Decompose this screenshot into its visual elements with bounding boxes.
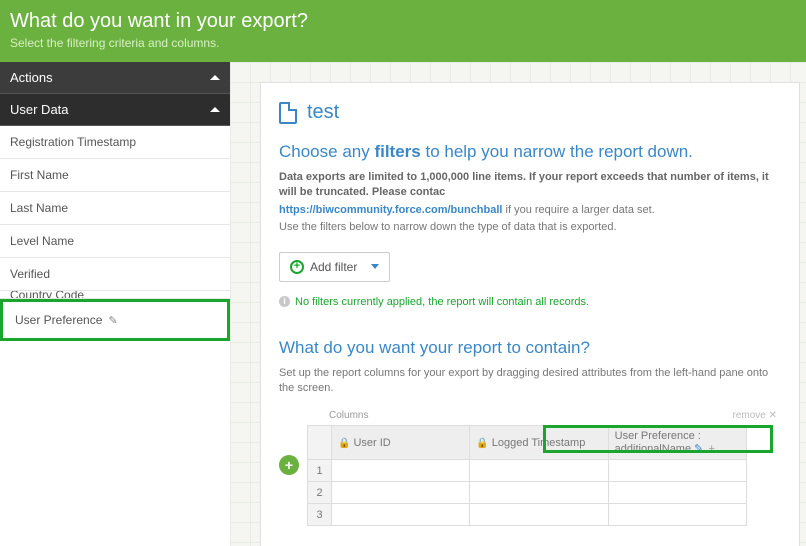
sidebar-item-label: Country Code [10,291,84,299]
report-card: test Choose any filters to help you narr… [260,82,800,546]
rownum: 2 [308,482,332,504]
sidebar-item-label: Registration Timestamp [10,135,136,149]
report-title-row: test [279,101,781,124]
status-text: No filters currently applied, the report… [295,296,589,308]
filters-title: Choose any filters to help you narrow th… [279,142,781,162]
sidebar-userdata-label: User Data [10,102,69,117]
sidebar-actions-panel[interactable]: Actions [0,62,230,94]
info-icon: i [279,296,290,307]
rownum: 3 [308,504,332,526]
sidebar-userdata-panel[interactable]: User Data [0,94,230,126]
col-label: User ID [353,437,390,449]
report-name: test [307,101,339,124]
sidebar-item-label: Last Name [10,201,68,215]
col-label: User Preference : additionalName [615,430,701,455]
rownum-header [308,426,332,460]
pencil-icon[interactable]: ✎ [694,443,703,455]
page-subtitle: Select the filtering criteria and column… [10,36,796,50]
columns-help: Set up the report columns for your expor… [279,366,781,397]
add-filter-button[interactable]: + Add filter [279,252,390,282]
filters-limit-link-row: https://biwcommunity.force.com/bunchball… [279,203,781,218]
sidebar-item-first-name[interactable]: First Name [0,159,230,192]
caret-up-icon [210,107,220,112]
page-header: What do you want in your export? Select … [0,0,806,62]
col-logged-ts[interactable]: 🔒 Logged Timestamp [470,426,608,460]
sidebar-item-registration-timestamp[interactable]: Registration Timestamp [0,126,230,159]
sidebar-item-label: User Preference [15,313,102,327]
table-row: 3 [308,504,747,526]
add-filter-label: Add filter [310,260,357,274]
sidebar-item-verified[interactable]: Verified [0,258,230,291]
columns-label: Columns [329,410,368,421]
sidebar-item-level-name[interactable]: Level Name [0,225,230,258]
table-row: 1 [308,460,747,482]
plus-circle-icon: + [290,260,304,274]
columns-grid-wrap: Columns remove ✕ + 🔒User ID 🔒Logged Time… [279,410,781,526]
remove-column-button[interactable]: remove ✕ [732,410,777,421]
community-link[interactable]: https://biwcommunity.force.com/bunchball [279,204,502,216]
text: Choose any [279,142,374,161]
sidebar-items: Registration Timestamp First Name Last N… [0,126,230,341]
sidebar-item-last-name[interactable]: Last Name [0,192,230,225]
filters-limit-text: Data exports are limited to 1,000,000 li… [279,170,781,201]
columns-bar: Columns remove ✕ [279,410,781,425]
file-icon [279,102,297,124]
rownum: 1 [308,460,332,482]
page-title: What do you want in your export? [10,10,796,33]
table-row: 2 [308,482,747,504]
text: if you require a larger data set. [502,204,654,216]
add-column-button[interactable]: + [279,455,299,475]
col-user-preference[interactable]: User Preference : additionalName ✎ + [608,426,746,460]
caret-up-icon [210,75,220,80]
sidebar-highlight: User Preference ✎ [0,299,230,341]
sidebar-item-label: Verified [10,267,50,281]
report-table: 🔒User ID 🔒Logged Timestamp User Preferen… [307,425,747,526]
sidebar-item-label: First Name [10,168,69,182]
col-user-id[interactable]: 🔒User ID [332,426,470,460]
caret-down-icon [371,264,379,269]
filters-status: i No filters currently applied, the repo… [279,296,781,308]
sidebar-actions-label: Actions [10,70,53,85]
filters-use-text: Use the filters below to narrow down the… [279,220,781,235]
sidebar-item-label: Level Name [10,234,74,248]
pencil-icon[interactable]: ✎ [108,314,117,327]
content-area: test Choose any filters to help you narr… [230,62,806,546]
sidebar-item-user-preference[interactable]: User Preference ✎ [5,304,225,336]
text-bold: filters [374,142,420,161]
col-label: Logged Timestamp [492,437,586,449]
lock-icon: 🔒 [476,438,488,449]
plus-icon[interactable]: + [708,443,714,455]
text: to help you narrow the report down. [421,142,693,161]
columns-title: What do you want your report to contain? [279,338,781,358]
lock-icon: 🔒 [338,438,350,449]
sidebar-item-country-code[interactable]: Country Code [0,291,230,299]
sidebar: Actions User Data Registration Timestamp… [0,62,230,546]
text-bold: Data exports are limited to 1,000,000 li… [279,171,769,198]
